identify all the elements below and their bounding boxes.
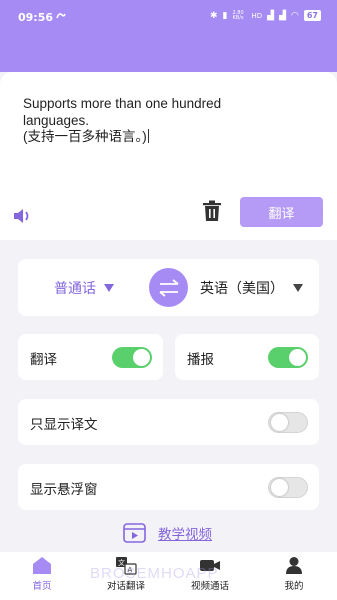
target-language-label: 英语（美国） (200, 281, 284, 297)
source-language-label: 普通话 (54, 281, 96, 297)
broadcast-toggle-label: 播报 (187, 352, 214, 368)
nav-home[interactable]: 首页 (12, 556, 72, 592)
language-selector: 普通话 英语（美国） (18, 259, 319, 316)
trash-icon[interactable] (202, 200, 222, 222)
broadcast-toggle-row: 播报 (175, 334, 319, 380)
floating-window-toggle-row: 显示悬浮窗 (18, 464, 319, 510)
home-icon (33, 557, 51, 574)
input-card[interactable]: Supports more than one hundred languages… (0, 72, 337, 240)
nav-home-label: 首页 (32, 581, 52, 592)
app-notification-icon (56, 13, 66, 19)
translate-button[interactable]: 翻译 (240, 197, 323, 227)
tutorial-video-link[interactable]: 教学视频 (123, 523, 212, 543)
wifi-icon: ◠ (291, 10, 299, 21)
translate-toggle-row: 翻译 (18, 334, 163, 380)
swap-icon (158, 278, 179, 297)
speaker-icon[interactable] (12, 205, 34, 227)
only-translation-label: 只显示译文 (30, 417, 98, 433)
dropdown-arrow-icon (104, 284, 114, 292)
input-line-1: Supports more than one hundred (23, 96, 222, 111)
translate-switch[interactable] (112, 347, 152, 368)
floating-window-switch[interactable] (268, 477, 308, 498)
signal-2-icon: ▟ (279, 10, 286, 21)
hd-icon: HD (251, 11, 263, 20)
only-translation-switch[interactable] (268, 412, 308, 433)
swap-languages-button[interactable] (149, 268, 188, 307)
signal-icon: ▟ (267, 10, 275, 21)
vibrate-icon: ▮ (222, 10, 228, 21)
input-line-3: (支持一百多种语言。) (23, 129, 149, 144)
source-language-dropdown[interactable]: 普通话 (54, 278, 114, 298)
dropdown-arrow-icon (293, 284, 303, 292)
nav-mine[interactable]: 我的 (264, 556, 324, 592)
user-icon (286, 557, 302, 574)
input-line-2: languages. (23, 112, 90, 128)
video-tutorial-icon (123, 523, 146, 543)
floating-window-label: 显示悬浮窗 (30, 482, 98, 498)
nav-mine-label: 我的 (284, 581, 304, 592)
text-caret (147, 129, 149, 143)
status-icons: ✱ ▮ 2.80 KB/s HD ▟ ▟ ◠ 67 (210, 10, 321, 21)
status-bar: 09:56 ✱ ▮ 2.80 KB/s HD ▟ ▟ ◠ 67 (0, 0, 337, 72)
only-translation-toggle-row: 只显示译文 (18, 399, 319, 445)
broadcast-switch[interactable] (268, 347, 308, 368)
input-text[interactable]: Supports more than one hundred languages… (23, 96, 313, 146)
battery-icon: 67 (303, 10, 321, 21)
network-speed: 2.80 KB/s (232, 9, 244, 21)
status-time: 09:56 (18, 11, 54, 24)
target-language-dropdown[interactable]: 英语（美国） (200, 278, 303, 298)
watermark: BROSEMHOAPP (90, 565, 219, 582)
bluetooth-icon: ✱ (210, 10, 218, 21)
translate-toggle-label: 翻译 (30, 352, 57, 368)
tutorial-video-label: 教学视频 (158, 527, 212, 543)
